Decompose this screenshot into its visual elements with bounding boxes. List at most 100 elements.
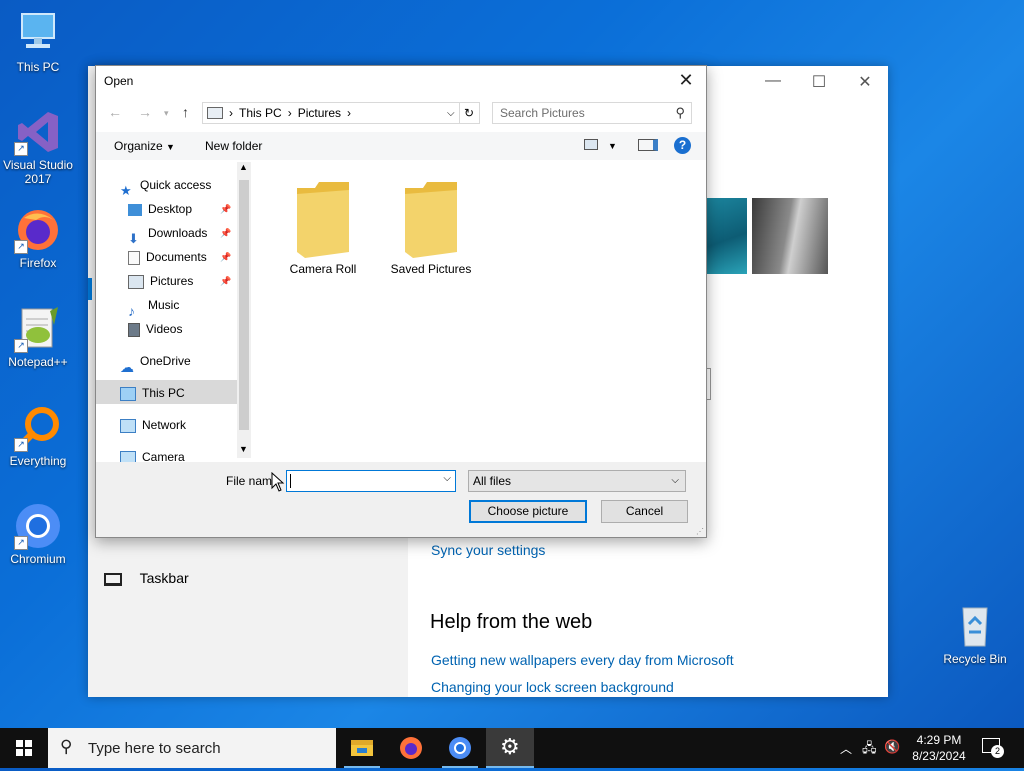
desktop-icon-label: Firefox [19, 256, 57, 270]
desktop-icon-firefox[interactable]: ↗ Firefox [0, 206, 76, 270]
nav-item-this-pc[interactable]: This PC [120, 382, 185, 404]
desktop-icon-recycle-bin[interactable]: Recycle Bin [937, 602, 1013, 666]
nav-item-music[interactable]: ♪ Music [128, 294, 180, 319]
maximize-button[interactable]: ☐ [804, 72, 834, 92]
videos-icon [128, 322, 140, 337]
nav-item-downloads[interactable]: ⬇ Downloads [128, 222, 207, 246]
help-link-wallpapers[interactable]: Getting new wallpapers every day from Mi… [431, 652, 734, 668]
breadcrumb-pictures[interactable]: Pictures [298, 106, 341, 120]
desktop-icon-chromium[interactable]: ↗ Chromium [0, 502, 76, 566]
new-folder-button[interactable]: New folder [205, 139, 262, 153]
shortcut-arrow-icon: ↗ [14, 438, 28, 452]
folder-item[interactable]: Saved Pictures [381, 178, 481, 276]
back-arrow-icon[interactable]: ← [108, 104, 122, 120]
nav-item-desktop[interactable]: Desktop [128, 198, 192, 220]
nav-item-label: OneDrive [140, 354, 191, 368]
text-cursor [290, 474, 291, 488]
pin-icon[interactable]: 📌 [220, 252, 231, 263]
view-options-chevron-icon[interactable]: ▼ [608, 141, 617, 151]
desktop-icon-this-pc[interactable]: This PC [0, 10, 76, 74]
nav-item-quick-access[interactable]: ★ Quick access [120, 174, 211, 198]
pin-icon[interactable]: 📌 [220, 228, 231, 239]
pin-icon[interactable]: 📌 [220, 204, 231, 215]
dialog-toolbar: Organize ▼ New folder ▼ ? [96, 132, 706, 160]
nav-item-videos[interactable]: Videos [128, 318, 182, 340]
up-arrow-icon[interactable]: ↑ [182, 104, 189, 120]
gear-icon: ⚙ [500, 734, 520, 759]
nav-item-documents[interactable]: Documents [128, 246, 207, 268]
taskbar-search-box[interactable]: ⚲ Type here to search [48, 728, 336, 768]
folder-label: Saved Pictures [390, 262, 472, 276]
nav-item-label: Music [148, 298, 180, 312]
firefox-taskbar-button[interactable] [387, 728, 435, 768]
shortcut-arrow-icon: ↗ [14, 240, 28, 254]
search-input[interactable]: Search Pictures [500, 106, 585, 120]
recycle-bin-icon [951, 602, 999, 650]
clock[interactable]: 4:29 PM 8/23/2024 [905, 732, 973, 764]
desktop-icon-visual-studio[interactable]: ↗ Visual Studio 2017 [0, 108, 76, 186]
chromium-taskbar-button[interactable] [436, 728, 484, 768]
file-name-label: File nam [226, 474, 273, 488]
organize-button[interactable]: Organize ▼ [114, 139, 175, 153]
start-button[interactable] [0, 728, 48, 768]
shortcut-arrow-icon: ↗ [14, 142, 28, 156]
nav-item-label: Videos [146, 322, 183, 336]
settings-nav-item-taskbar[interactable]: Taskbar [104, 570, 189, 586]
scroll-down-icon[interactable]: ▼ [239, 444, 248, 454]
taskbar-search-input[interactable]: Type here to search [88, 740, 221, 757]
desktop-icon-notepad-plus-plus[interactable]: ↗ Notepad++ [0, 305, 76, 369]
recent-locations-chevron-icon[interactable]: ▾ [164, 108, 169, 119]
help-link-lock-screen[interactable]: Changing your lock screen background [431, 679, 674, 695]
search-box[interactable]: Search Pictures ⚲ [492, 102, 692, 124]
nav-item-pictures[interactable]: Pictures [128, 270, 193, 292]
folder-label: Camera Roll [289, 262, 357, 276]
scroll-up-icon[interactable]: ▲ [239, 162, 248, 172]
background-thumbnail-waterfall[interactable] [752, 198, 828, 274]
navigation-scrollbar[interactable]: ▲ ▼ [237, 162, 251, 458]
notification-center-button[interactable]: 2 [982, 738, 1004, 758]
close-button[interactable]: ✕ [850, 72, 880, 92]
pin-icon[interactable]: 📌 [220, 276, 231, 287]
settings-taskbar-button[interactable]: ⚙ [486, 728, 534, 768]
clock-time: 4:29 PM [916, 733, 962, 747]
refresh-icon[interactable]: ↻ [459, 103, 478, 123]
help-icon[interactable]: ? [674, 137, 691, 154]
breadcrumb-this-pc[interactable]: This PC [239, 106, 282, 120]
visual-studio-icon: ↗ [14, 108, 62, 156]
file-name-input[interactable]: ⌵ [286, 470, 456, 492]
resize-grip-icon[interactable]: ⋰ [696, 527, 704, 536]
preview-pane-icon[interactable] [638, 139, 658, 154]
nav-item-label: Pictures [150, 274, 194, 288]
file-explorer-taskbar-button[interactable] [338, 728, 386, 768]
desktop-icon-everything[interactable]: ↗ Everything [0, 404, 76, 468]
minimize-button[interactable]: — [758, 72, 788, 92]
chevron-down-icon[interactable]: ⌵ [443, 473, 451, 484]
desktop-icon-label: Visual Studio 2017 [3, 158, 73, 186]
change-view-icon[interactable] [584, 139, 598, 153]
volume-muted-icon[interactable]: 🔇 [884, 739, 900, 755]
computer-icon [120, 386, 136, 401]
notepad-plus-plus-icon: ↗ [14, 305, 62, 353]
folder-icon [295, 178, 351, 258]
choose-picture-button[interactable]: Choose picture [469, 500, 587, 523]
scrollbar-thumb[interactable] [239, 180, 249, 430]
file-type-select[interactable]: All files ⌵ [468, 470, 686, 492]
folder-item[interactable]: Camera Roll [273, 178, 373, 276]
navigation-pane: ★ Quick access Desktop 📌 ⬇ Downloads 📌 Doc… [96, 162, 238, 462]
nav-item-onedrive[interactable]: ☁ OneDrive [120, 350, 191, 375]
address-bar[interactable]: › This PC › Pictures › ⌵ ↻ [202, 102, 480, 124]
network-icon[interactable]: 🖧 [862, 739, 877, 761]
nav-item-camera[interactable]: Camera [120, 446, 185, 462]
address-dropdown-icon[interactable]: ⌵ [447, 108, 455, 119]
show-hidden-icons-chevron-icon[interactable]: ︿ [840, 740, 852, 757]
sync-settings-link[interactable]: Sync your settings [431, 542, 545, 558]
forward-arrow-icon[interactable]: → [138, 104, 152, 120]
nav-item-network[interactable]: Network [120, 414, 186, 436]
computer-icon [14, 10, 62, 58]
cancel-button[interactable]: Cancel [601, 500, 688, 523]
chromium-icon [449, 737, 471, 759]
desktop-icon-label: Recycle Bin [943, 652, 1007, 666]
dialog-title: Open [104, 74, 134, 88]
settings-nav-label: Taskbar [139, 570, 189, 586]
dialog-close-button[interactable]: ✕ [674, 70, 698, 91]
